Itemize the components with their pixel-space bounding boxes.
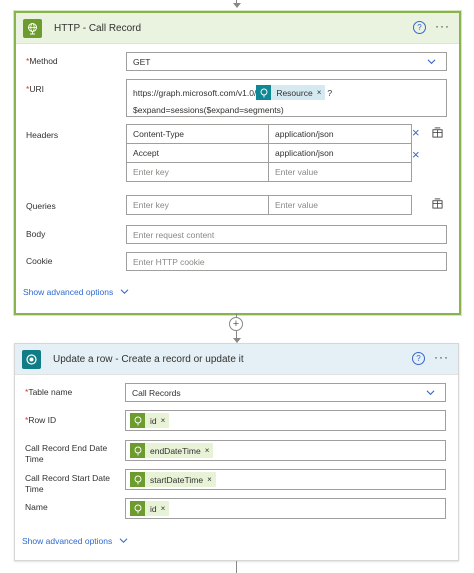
start-date-label: Call Record Start Date Time [25, 473, 111, 494]
id-token-label: id [150, 415, 157, 426]
header-value-input[interactable]: application/json [268, 124, 412, 144]
uri-input[interactable]: https://graph.microsoft.com/v1.0/ Resour… [126, 79, 447, 117]
update-row-card-header[interactable]: Update a row - Create a record or update… [15, 344, 458, 375]
dataverse-token-icon [256, 85, 272, 100]
top-connector-arrow [233, 3, 241, 8]
start-date-input[interactable]: startDateTime × [125, 469, 446, 490]
http-action-card[interactable]: HTTP - Call Record ? ··· *Method GET *UR… [14, 11, 461, 315]
id-token[interactable]: id × [130, 413, 170, 428]
help-icon[interactable]: ? [412, 352, 425, 365]
name-label: Name [25, 502, 48, 512]
chevron-down-icon [426, 390, 435, 396]
query-key-input[interactable]: Enter key [126, 195, 269, 215]
http-card-header[interactable]: HTTP - Call Record ? ··· [16, 13, 459, 44]
remove-header-icon[interactable]: × [412, 148, 420, 161]
globe-icon [22, 18, 42, 38]
remove-token-icon[interactable]: × [161, 504, 166, 513]
end-date-input[interactable]: endDateTime × [125, 440, 446, 461]
remove-header-icon[interactable]: × [412, 126, 420, 139]
show-advanced-options-link[interactable]: Show advanced options [23, 287, 129, 297]
end-datetime-token-label: endDateTime [150, 445, 201, 456]
end-datetime-token[interactable]: endDateTime × [130, 443, 214, 458]
row-id-input[interactable]: id × [125, 410, 446, 431]
http-token-icon [130, 413, 145, 428]
chevron-down-icon [120, 289, 129, 294]
help-icon[interactable]: ? [413, 21, 426, 34]
body-placeholder: Enter request content [133, 229, 215, 240]
row-id-label: *Row ID [25, 415, 57, 425]
method-dropdown[interactable]: GET [126, 52, 447, 71]
headers-label: Headers [26, 130, 59, 140]
http-token-icon [130, 472, 145, 487]
name-input[interactable]: id × [125, 498, 446, 519]
table-name-value: Call Records [132, 387, 181, 398]
remove-token-icon[interactable]: × [207, 475, 212, 484]
body-label: Body [26, 229, 46, 239]
name-id-token-label: id [150, 503, 157, 514]
method-label: *Method [26, 56, 58, 66]
remove-token-icon[interactable]: × [205, 446, 210, 455]
header-key-input[interactable]: Accept [126, 143, 269, 163]
advanced-label: Show advanced options [23, 287, 114, 297]
start-datetime-token-label: startDateTime [150, 474, 204, 485]
more-options-icon[interactable]: ··· [435, 20, 450, 32]
update-row-card-title: Update a row - Create a record or update… [53, 353, 244, 365]
remove-token-icon[interactable]: × [317, 88, 322, 97]
http-card-title: HTTP - Call Record [54, 22, 142, 34]
chevron-down-icon [119, 538, 128, 543]
table-name-label: *Table name [25, 387, 73, 397]
cookie-label: Cookie [26, 256, 53, 266]
show-advanced-options-link[interactable]: Show advanced options [22, 536, 128, 546]
uri-text-line2: $expand=sessions($expand=segments) [133, 105, 284, 115]
table-name-dropdown[interactable]: Call Records [125, 383, 446, 402]
end-date-label: Call Record End Date Time [25, 443, 108, 464]
remove-token-icon[interactable]: × [161, 416, 166, 425]
uri-label: *URI [26, 84, 44, 94]
cookie-input[interactable]: Enter HTTP cookie [126, 252, 447, 271]
queries-label: Queries [26, 201, 56, 211]
update-row-action-card[interactable]: Update a row - Create a record or update… [14, 343, 459, 561]
header-key-input[interactable]: Enter key [126, 162, 269, 182]
query-value-input[interactable]: Enter value [268, 195, 412, 215]
bottom-connector-line [236, 561, 237, 573]
insert-step-button[interactable]: + [229, 317, 243, 331]
method-value: GET [133, 56, 151, 67]
header-value-input[interactable]: application/json [268, 143, 412, 163]
header-value-input[interactable]: Enter value [268, 162, 412, 182]
http-token-icon [130, 501, 145, 516]
uri-text-prefix: https://graph.microsoft.com/v1.0/ [133, 87, 257, 98]
start-datetime-token[interactable]: startDateTime × [130, 472, 216, 487]
resource-token-label: Resource [276, 87, 313, 98]
headers-table: Content-Type application/json Accept app… [126, 124, 412, 182]
dataverse-icon [21, 349, 41, 369]
switch-to-text-mode-icon[interactable] [432, 198, 443, 209]
uri-text-suffix: ? [327, 87, 333, 98]
name-id-token[interactable]: id × [130, 501, 170, 516]
http-icon-container [16, 13, 48, 43]
resource-token[interactable]: Resource × [256, 85, 326, 100]
switch-to-text-mode-icon[interactable] [432, 127, 443, 138]
http-token-icon [130, 443, 145, 458]
dataverse-icon-container [15, 344, 47, 374]
header-key-input[interactable]: Content-Type [126, 124, 269, 144]
cookie-placeholder: Enter HTTP cookie [133, 256, 205, 267]
chevron-down-icon [427, 59, 436, 65]
advanced-label: Show advanced options [22, 536, 113, 546]
more-options-icon[interactable]: ··· [434, 351, 449, 363]
queries-table: Enter key Enter value [126, 195, 412, 215]
body-input[interactable]: Enter request content [126, 225, 447, 244]
